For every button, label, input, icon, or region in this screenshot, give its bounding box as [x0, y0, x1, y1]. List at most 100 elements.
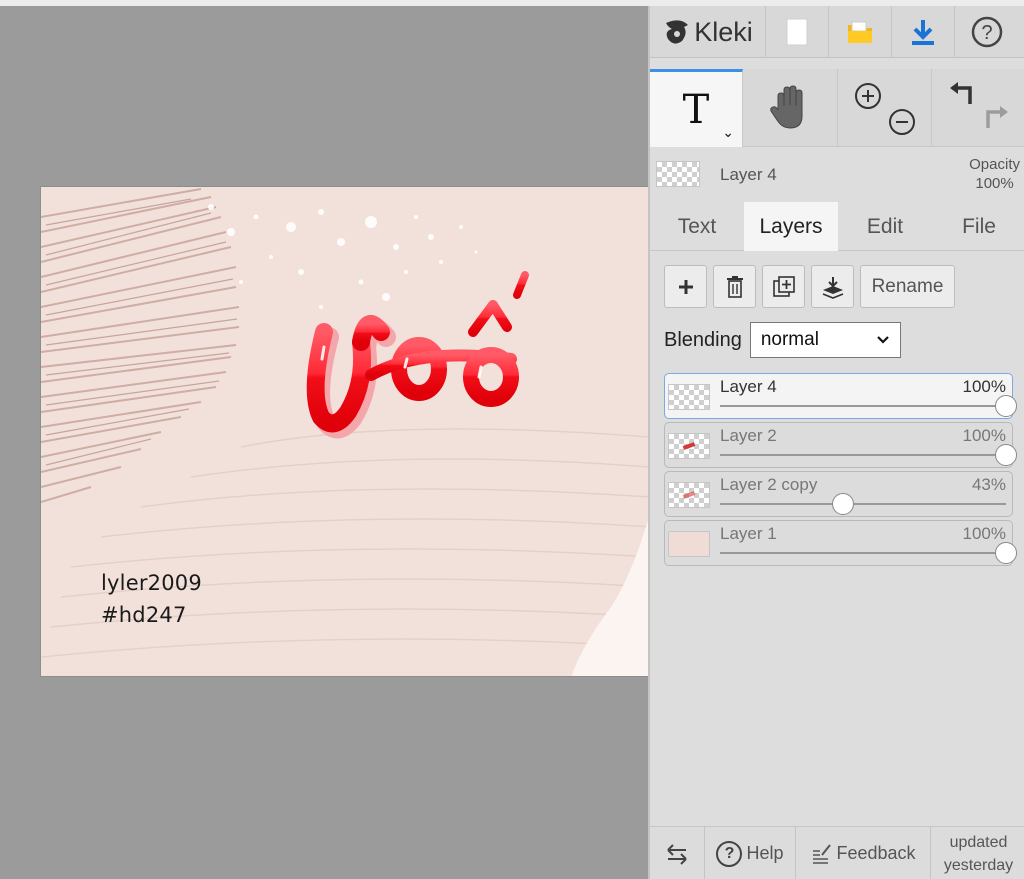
layer-opacity-slider[interactable]: [720, 444, 1017, 466]
kleki-logo[interactable]: Kleki: [650, 6, 766, 58]
updated-status[interactable]: updated yesterday: [931, 827, 1024, 879]
signature-line-1: lyler2009: [101, 571, 202, 595]
help-label: Help: [746, 843, 784, 863]
layer-opacity-slider[interactable]: [720, 493, 1006, 515]
top-toolbar: Kleki ?: [650, 6, 1024, 58]
layer-thumbnail: [668, 384, 710, 410]
swap-side-button[interactable]: [650, 827, 705, 879]
zoom-out-icon: [888, 109, 915, 135]
duplicate-icon: [772, 275, 795, 297]
layer-name: Layer 2 copy: [720, 475, 818, 494]
bottom-bar: ? Help Feedback updated yesterday: [650, 826, 1024, 879]
layer-item[interactable]: Layer 2 100%: [664, 422, 1017, 468]
tool-row: T ⌄: [650, 69, 1024, 147]
layer-opacity: 100%: [962, 377, 1006, 396]
hand-icon: [770, 85, 803, 129]
chevron-down-icon: [877, 336, 889, 344]
current-layer-opacity: Opacity 100%: [969, 155, 1020, 193]
swap-arrows-icon: [667, 843, 687, 865]
current-layer-thumbnail: [656, 161, 700, 187]
tab-file[interactable]: File: [932, 202, 1024, 251]
help-icon: ?: [971, 16, 1002, 48]
brush-stroke-texture: [41, 188, 240, 503]
layer-opacity: 100%: [962, 426, 1006, 445]
download-icon: [912, 20, 934, 45]
new-image-button[interactable]: [766, 6, 829, 58]
canvas-workspace[interactable]: lyler2009 #hd247: [0, 6, 648, 879]
trash-icon: [726, 275, 743, 298]
updated-line-2: yesterday: [943, 856, 1014, 874]
current-layer-info: Layer 4 Opacity 100%: [650, 149, 1024, 199]
zoom-icons: [854, 83, 915, 135]
layer-name: Layer 1: [720, 524, 777, 543]
undo-icon: [950, 82, 972, 104]
rename-layer-button[interactable]: Rename: [860, 265, 955, 308]
open-image-button[interactable]: [829, 6, 892, 58]
tab-layers[interactable]: Layers: [744, 202, 838, 251]
layer-buttons: Rename: [664, 265, 955, 308]
add-layer-button[interactable]: [664, 265, 707, 308]
redo-icon: [986, 106, 1008, 128]
help-circle-icon: ?: [716, 840, 743, 867]
slider-knob[interactable]: [995, 395, 1017, 417]
white-splatter: [208, 204, 478, 309]
app-name: Kleki: [694, 16, 753, 47]
layer-list: Layer 4 100% Layer 2 100% Layer 2 copy 4…: [664, 373, 1017, 569]
feedback-link[interactable]: Feedback: [796, 827, 931, 879]
layer-item[interactable]: Layer 2 copy 43%: [664, 471, 1013, 517]
opacity-label: Opacity: [969, 156, 1020, 173]
tab-edit[interactable]: Edit: [838, 202, 932, 251]
merge-layer-button[interactable]: [811, 265, 854, 308]
layer-thumbnail: [668, 531, 710, 557]
opacity-value: 100%: [975, 175, 1014, 192]
layer-item[interactable]: Layer 1 100%: [664, 520, 1017, 566]
open-folder-icon: [848, 21, 872, 43]
thumb-red-mark: [682, 491, 696, 499]
blending-value: normal: [760, 329, 819, 350]
slider-knob[interactable]: [995, 444, 1017, 466]
blending-select[interactable]: normal: [749, 322, 901, 358]
layer-opacity: 43%: [971, 475, 1006, 494]
zoom-buttons: [838, 69, 932, 147]
white-shell-shape: [571, 520, 648, 676]
signature-line-2: #hd247: [101, 603, 187, 627]
layer-opacity: 100%: [962, 524, 1006, 543]
kleki-bird-icon: [666, 20, 689, 44]
text-tool-button[interactable]: T ⌄: [650, 69, 743, 147]
feedback-label: Feedback: [836, 843, 916, 863]
undo-redo-icons: [950, 82, 1008, 128]
layer-opacity-slider[interactable]: [720, 542, 1017, 564]
delete-layer-button[interactable]: [713, 265, 756, 308]
download-button[interactable]: [892, 6, 955, 58]
red-lettering: [306, 271, 529, 439]
feedback-pen-icon: [813, 843, 832, 864]
svg-text:?: ?: [981, 22, 992, 44]
blending-row: Blending normal: [664, 322, 901, 358]
signature-text: lyler2009 #hd247: [101, 567, 202, 631]
new-file-icon: [786, 18, 808, 46]
layer-opacity-slider[interactable]: [720, 395, 1017, 417]
hand-tool-button[interactable]: [743, 69, 838, 147]
text-tool-icon: T: [682, 86, 710, 133]
slider-knob[interactable]: [995, 542, 1017, 564]
chevron-down-icon[interactable]: ⌄: [722, 125, 734, 141]
merge-down-icon: [822, 276, 843, 299]
tab-text[interactable]: Text: [650, 202, 744, 251]
panel-tabs: Text Layers Edit File: [650, 202, 1024, 251]
blending-label: Blending: [664, 328, 742, 351]
duplicate-layer-button[interactable]: [762, 265, 805, 308]
help-link[interactable]: ? Help: [705, 827, 796, 879]
slider-knob[interactable]: [831, 493, 854, 515]
drawing-canvas[interactable]: lyler2009 #hd247: [40, 186, 648, 677]
zoom-in-icon: [854, 83, 881, 109]
layer-name: Layer 2: [720, 426, 777, 445]
plus-icon: [678, 279, 693, 294]
layer-item[interactable]: Layer 4 100%: [664, 373, 1017, 419]
help-button[interactable]: ?: [955, 6, 1018, 58]
layer-name: Layer 4: [720, 377, 777, 396]
layer-thumbnail: [668, 482, 710, 508]
layer-thumbnail: [668, 433, 710, 459]
thumb-red-mark: [682, 442, 696, 450]
undo-redo-buttons: [932, 69, 1024, 147]
current-layer-name: Layer 4: [720, 165, 777, 184]
